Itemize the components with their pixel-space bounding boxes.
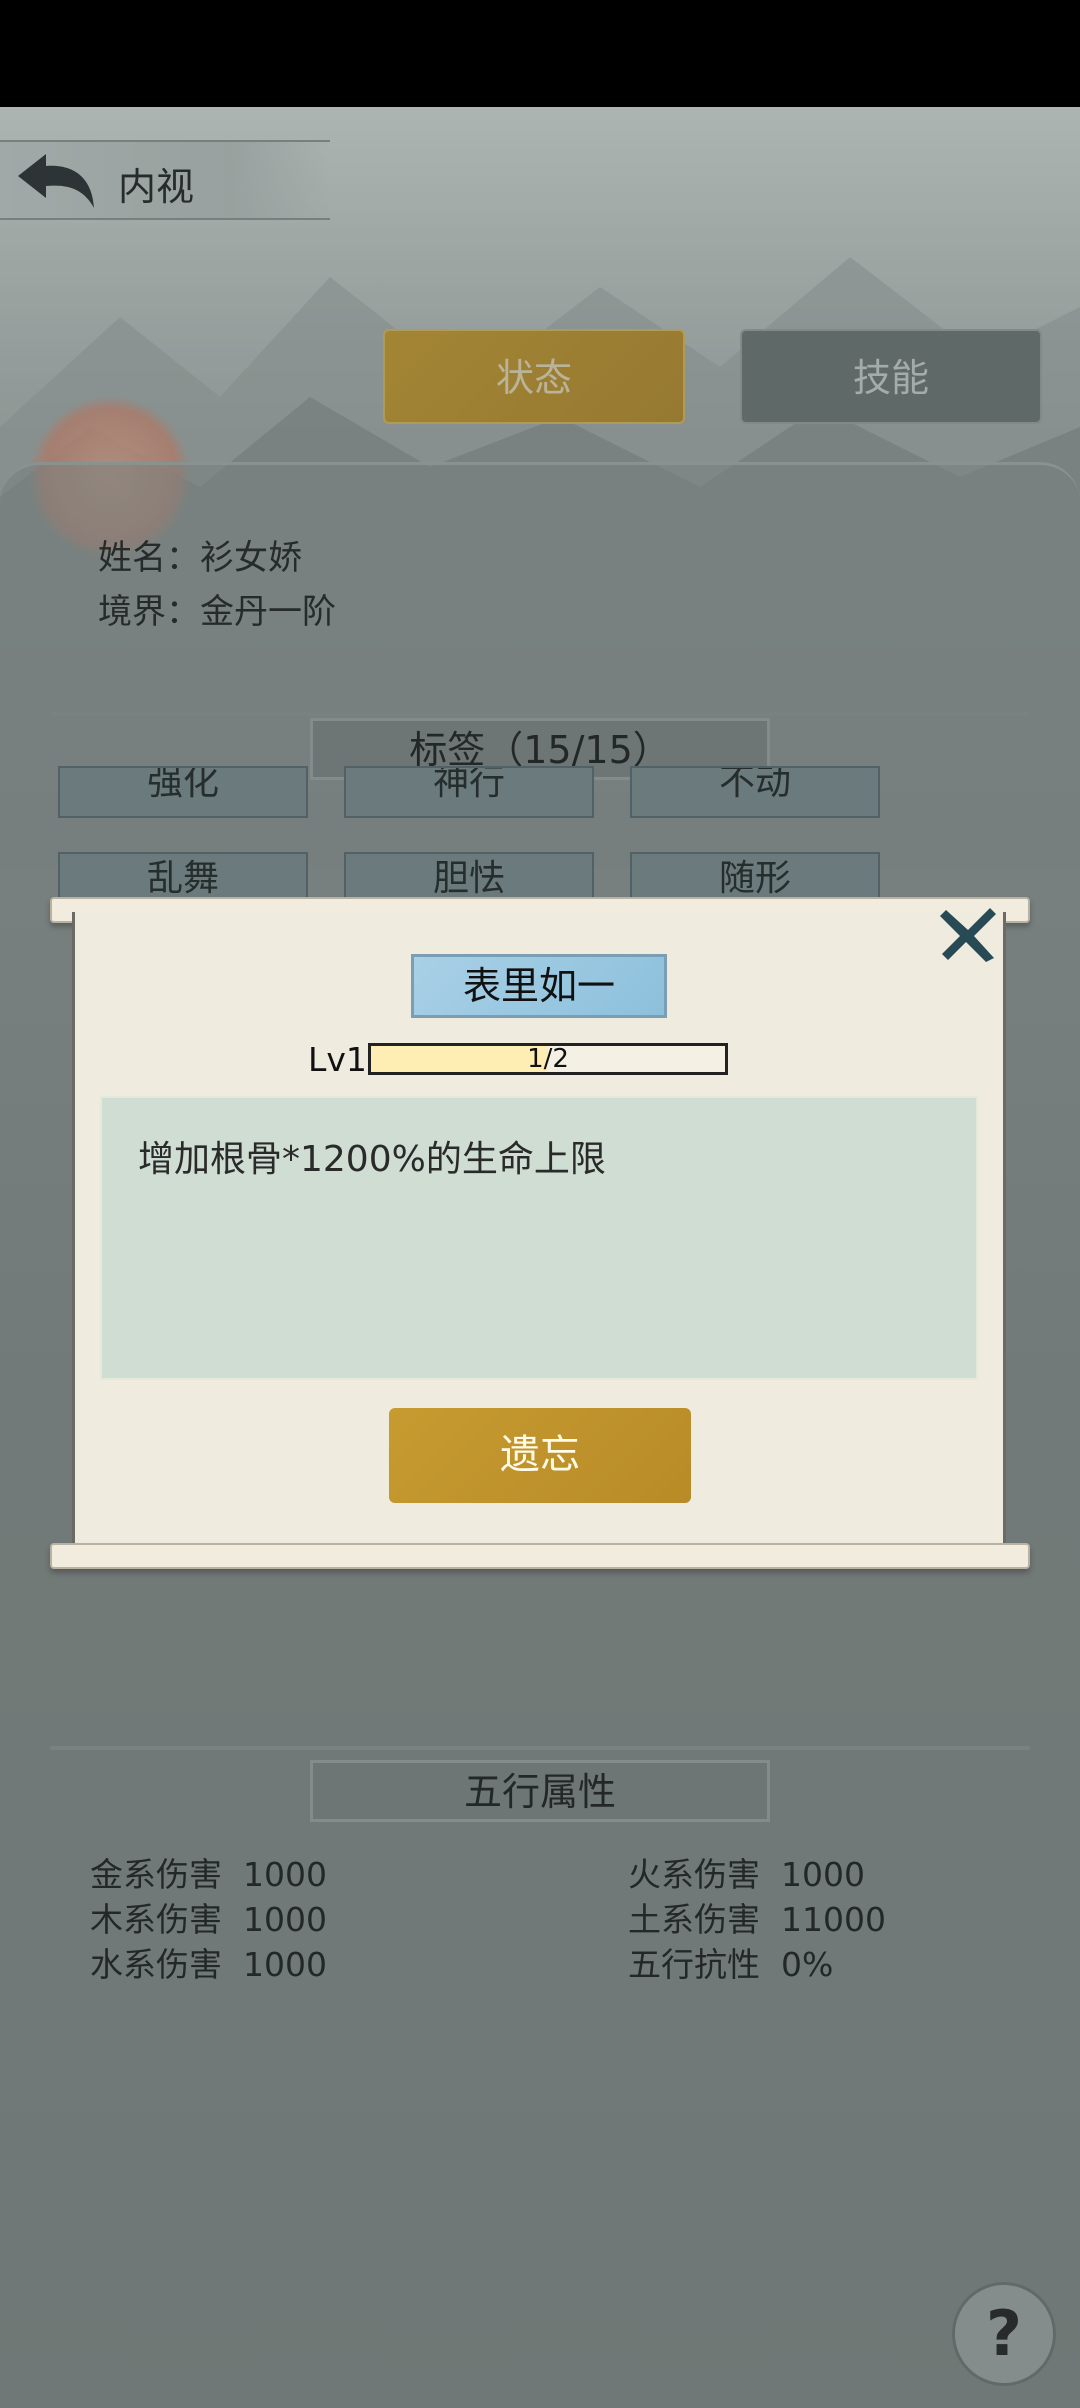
tag-description: 增加根骨*1200%的生命上限 (138, 1139, 606, 1180)
tag-progress-bar: 1/2 (368, 1043, 728, 1075)
scroll-bottom-rod (50, 1543, 1030, 1569)
status-bar (0, 0, 1080, 107)
forget-button[interactable]: 遗忘 (389, 1408, 691, 1503)
tag-level: Lv1 (308, 1040, 367, 1079)
close-icon[interactable] (938, 904, 1000, 966)
tag-name-badge: 表里如一 (411, 954, 667, 1018)
tag-description-box: 增加根骨*1200%的生命上限 (100, 1096, 978, 1380)
progress-text: 1/2 (527, 1044, 569, 1074)
